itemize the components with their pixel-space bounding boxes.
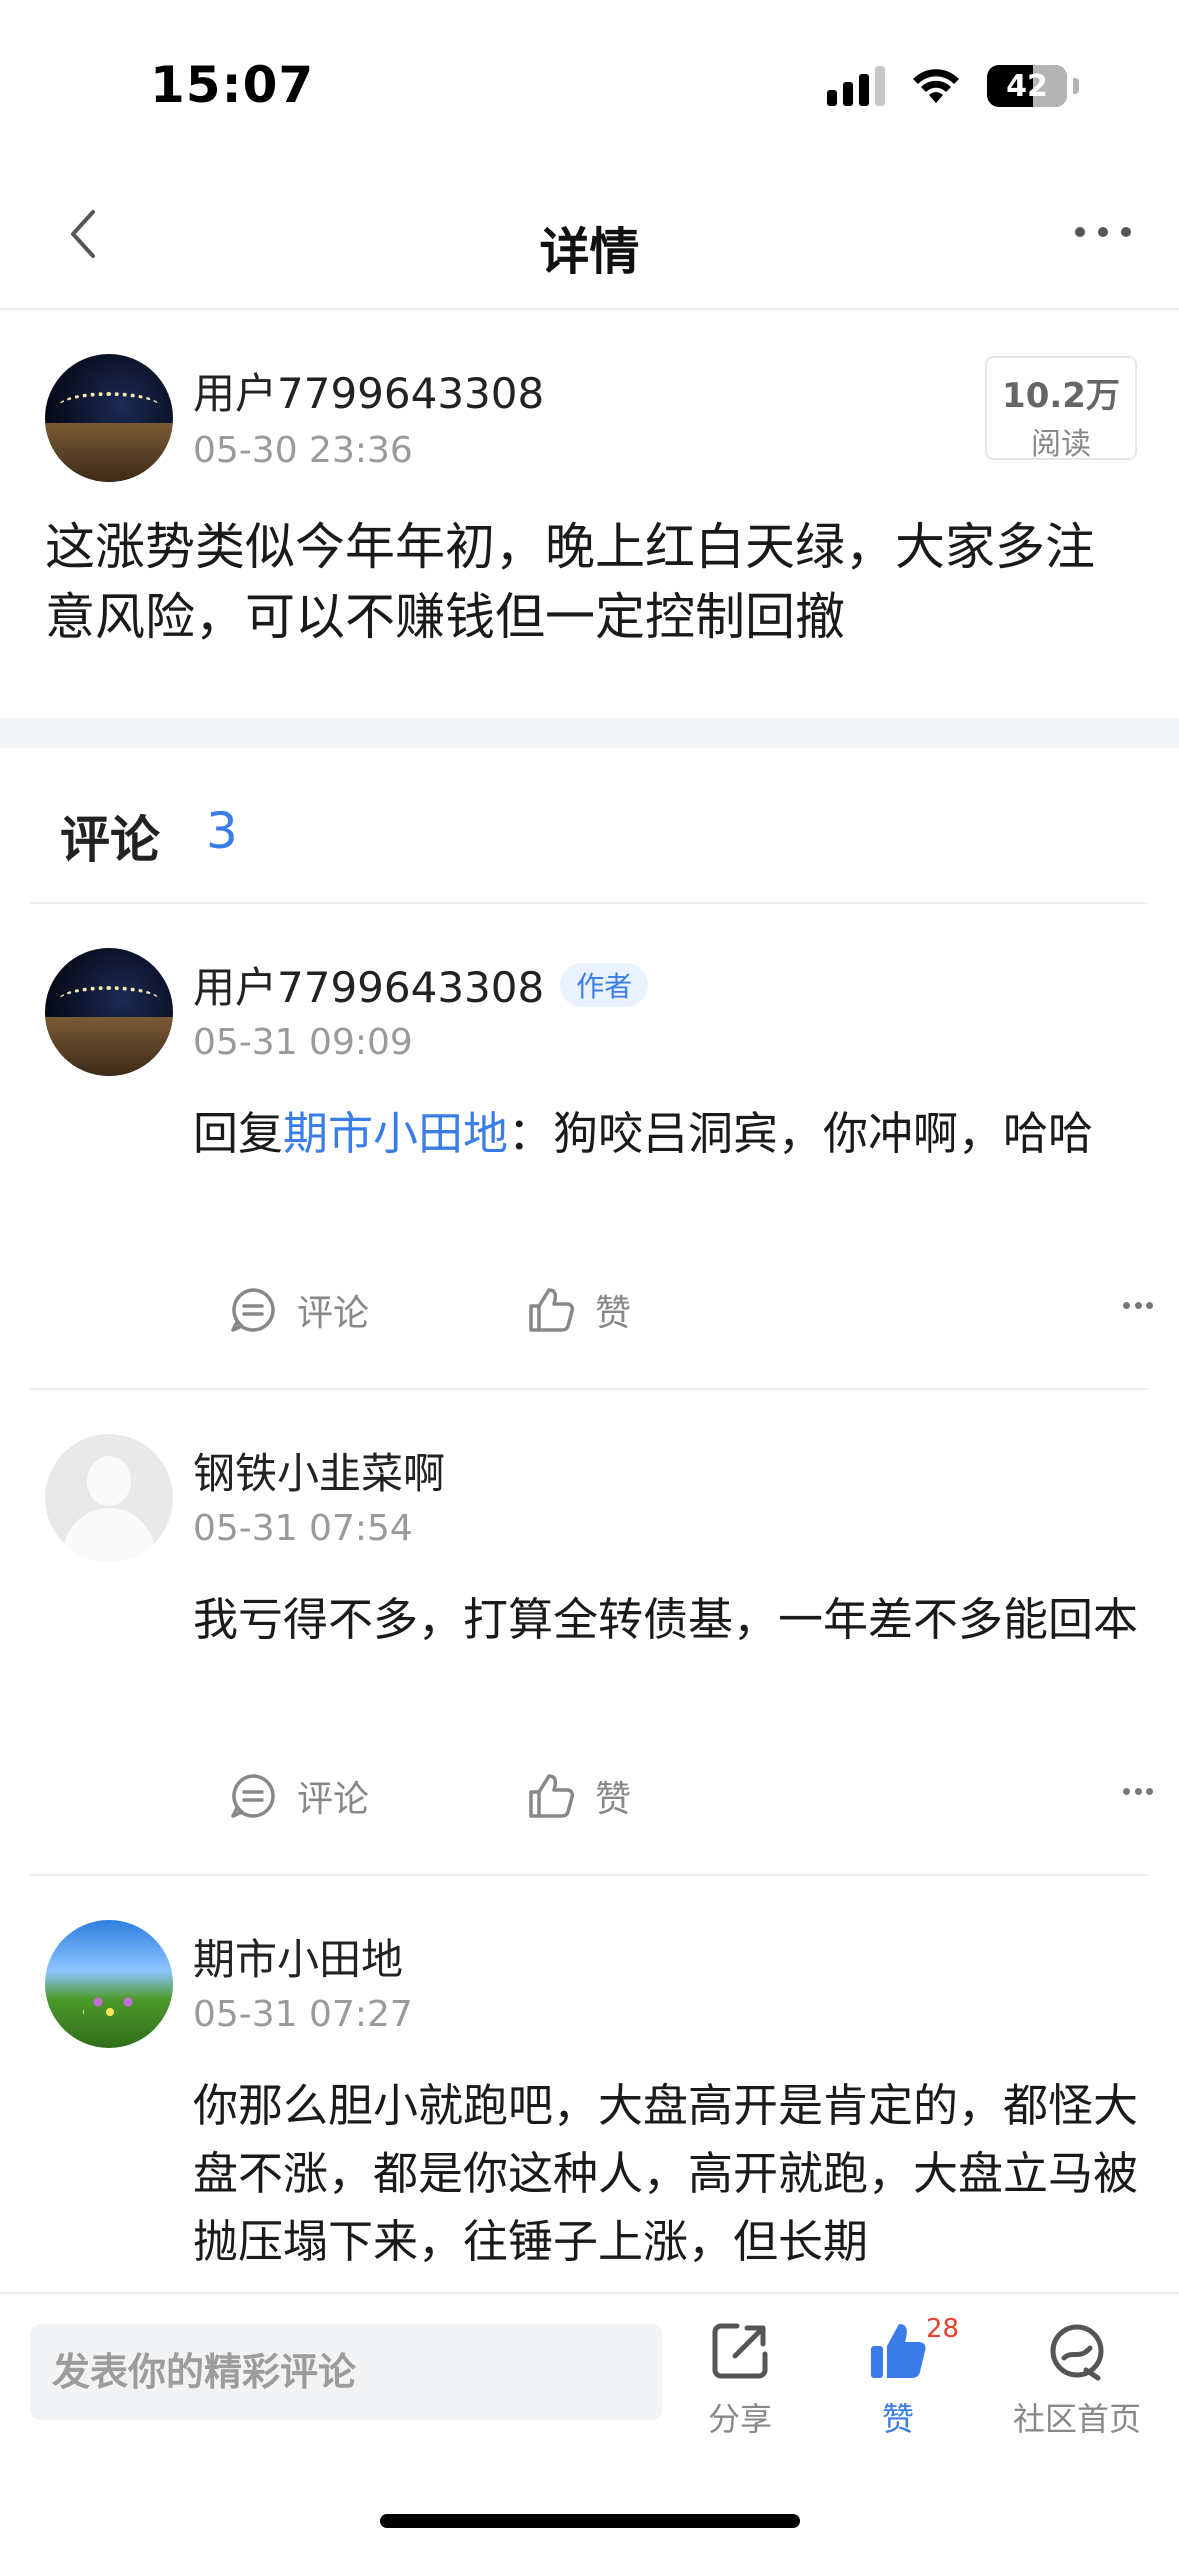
comment-body: ：狗咬吕洞宾，你冲啊，哈哈 [508,1107,1094,1160]
comment-time: 05-31 07:54 [193,1508,413,1549]
comment-input[interactable] [30,2324,662,2420]
post-content: 这涨势类似今年年初，晚上红白天绿，大家多注意风险，可以不赚钱但一定控制回撤 [45,518,1095,646]
cellular-signal-icon [827,66,885,106]
comment-author-name: 用户7799643308 [193,963,545,1012]
comment-action-label: 评论 [297,1779,370,1820]
dot [1075,227,1085,237]
avatar[interactable] [45,1434,173,1562]
reply-to-link[interactable]: 期市小田地 [283,1107,508,1160]
post-time: 05-30 23:36 [193,430,413,471]
comment-text: 我亏得不多，打算全转债基，一年差不多能回本 [193,1593,1139,1646]
dot [1134,1302,1142,1309]
battery-level: 42 [1006,68,1048,104]
comments-count: 3 [206,802,238,860]
avatar[interactable] [45,948,173,1076]
comment-author[interactable]: 用户7799643308 作者 [193,954,649,1015]
share-icon [712,2323,768,2379]
community-home-button[interactable]: 社区首页 [1002,2320,1152,2440]
share-label: 分享 [707,2400,772,2438]
comment-actions: 评论 赞 [193,1766,1153,1826]
share-button[interactable]: 分享 [700,2320,780,2440]
reply-prefix: 回复 [193,1107,284,1160]
comment-item: 期市小田地 05-31 07:27 你那么胆小就跑吧，大盘高开是肯定的，都怪大盘… [30,1876,1148,2296]
comment-text: 回复期市小田地：狗咬吕洞宾，你冲啊，哈哈 [193,1100,1153,1168]
comment-item: 钢铁小韭菜啊 05-31 07:54 我亏得不多，打算全转债基，一年差不多能回本… [30,1390,1153,1876]
dot [1121,227,1131,237]
thumbs-up-icon [529,1774,574,1818]
like-action-label: 赞 [595,1779,632,1820]
dot [1123,1302,1130,1309]
battery-icon: 42 [987,65,1067,107]
dot [1146,1788,1153,1795]
comment-reply-button[interactable]: 评论 [229,1280,369,1340]
status-icons: 42 [827,62,1079,110]
status-time: 15:07 [150,56,315,114]
comments-header: 评论 3 [30,748,1148,904]
comment-action-label: 评论 [297,1293,370,1334]
like-button[interactable]: 赞 [527,1766,631,1826]
thumbs-up-filled-icon [871,2324,926,2378]
comments-title: 评论 [60,811,160,869]
comment-more-button[interactable] [1123,1302,1153,1312]
status-bar: 15:07 42 [0,0,1179,150]
dot [1134,1788,1142,1795]
home-indicator[interactable] [380,2514,800,2528]
comment-item: 用户7799643308 作者 05-31 09:09 回复期市小田地：狗咬吕洞宾… [30,904,1153,1390]
reads-count: 10.2万 [1002,376,1120,416]
like-label: 赞 [881,2400,914,2438]
page-title: 详情 [539,223,640,281]
nav-bar: 详情 [0,160,1179,310]
comment-time: 05-31 09:09 [193,1022,413,1063]
wifi-icon [913,69,959,103]
dot [1146,1302,1153,1309]
community-home-label: 社区首页 [1012,2400,1141,2438]
like-post-button[interactable]: 28 赞 [858,2314,959,2440]
dot [1123,1788,1130,1795]
comment-actions: 评论 赞 [193,1280,1153,1340]
post: 用户7799643308 05-30 23:36 10.2万 阅读 这涨势类似今… [0,312,1179,720]
reads-badge: 10.2万 阅读 [985,356,1137,462]
comment-icon [231,1288,275,1332]
like-action-label: 赞 [595,1293,632,1334]
comment-reply-button[interactable]: 评论 [229,1766,369,1826]
comment-more-button[interactable] [1123,1788,1153,1798]
like-button[interactable]: 赞 [527,1280,631,1340]
post-author[interactable]: 用户7799643308 [193,360,544,421]
author-badge: 作者 [560,963,649,1007]
like-count-badge: 28 [926,2314,960,2344]
reads-label: 阅读 [1031,427,1091,462]
comment-icon [231,1774,275,1818]
more-button[interactable] [1075,210,1131,254]
battery-tip [1073,78,1079,94]
thumbs-up-icon [529,1288,574,1332]
comment-time: 05-31 07:27 [193,1994,413,2035]
dot [1098,227,1108,237]
avatar[interactable] [45,1920,173,2048]
avatar[interactable] [45,354,173,482]
section-divider [0,718,1179,748]
comment-author[interactable]: 钢铁小韭菜啊 [193,1440,445,1501]
community-home-icon [1050,2324,1104,2381]
comment-text: 你那么胆小就跑吧，大盘高开是肯定的，都怪大盘不涨，都是你这种人，高开就跑，大盘立… [193,2079,1139,2268]
comment-author[interactable]: 期市小田地 [193,1926,403,1987]
